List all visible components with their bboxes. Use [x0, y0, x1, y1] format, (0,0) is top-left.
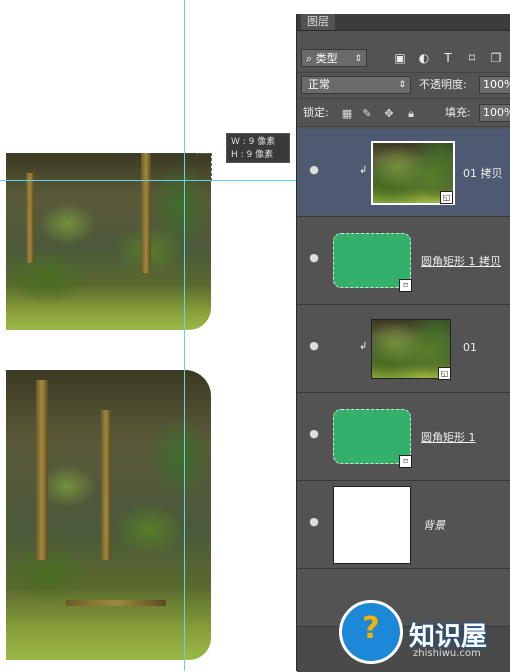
- layer-row[interactable]: ● ↲ ◱ 01 拷贝: [297, 129, 510, 217]
- blend-row: 正常 ⇕ 不透明度: 100%: [297, 72, 510, 99]
- smart-object-filter-icon[interactable]: ❐: [489, 51, 503, 65]
- vector-mask-badge-icon: ⌑: [399, 279, 412, 292]
- size-tooltip: W : 9 像素 H : 9 像素: [226, 133, 290, 163]
- blend-mode-value: 正常: [308, 78, 330, 91]
- lock-label: 锁定:: [303, 106, 329, 119]
- visibility-eye-icon[interactable]: ●: [307, 428, 321, 439]
- lock-all-icon[interactable]: 🔒︎: [405, 108, 417, 120]
- fill-label: 填充:: [445, 106, 471, 119]
- layer-name[interactable]: 圆角矩形 1 拷贝: [421, 253, 501, 269]
- lock-transparency-icon[interactable]: ▦: [341, 108, 353, 120]
- panel-tabbar: 图层: [297, 14, 510, 31]
- lock-move-icon[interactable]: ✥: [383, 108, 395, 120]
- lock-row: 锁定: ▦ ✎ ✥ 🔒︎ 填充: 100%: [297, 100, 510, 127]
- visibility-eye-icon[interactable]: ●: [307, 164, 321, 175]
- background-thumbnail[interactable]: [333, 486, 411, 564]
- layer-row[interactable]: ● ⌑ 圆角矩形 1: [297, 393, 510, 481]
- layer-name[interactable]: 01 拷贝: [463, 165, 503, 181]
- question-logo-icon: ?: [339, 600, 403, 664]
- blend-mode-select[interactable]: 正常 ⇕: [301, 76, 411, 94]
- layer-name[interactable]: 背景: [423, 517, 445, 533]
- image-filter-icon[interactable]: ▣: [393, 51, 407, 65]
- layer-row[interactable]: ● ⌑ 圆角矩形 1 拷贝: [297, 217, 510, 305]
- vector-mask-badge-icon: ⌑: [399, 455, 412, 468]
- kind-filter-label: 类型: [315, 52, 338, 65]
- smart-object-badge-icon: ◱: [438, 367, 451, 380]
- fill-field[interactable]: 100%: [479, 104, 510, 122]
- layer-list: ● ↲ ◱ 01 拷贝 ● ⌑ 圆角矩形 1 拷贝 ● ↲ ◱ 01 ● ⌑ 圆…: [297, 129, 510, 569]
- shape-filter-icon[interactable]: ⌑: [465, 51, 479, 65]
- opacity-label: 不透明度:: [419, 78, 467, 91]
- lock-brush-icon[interactable]: ✎: [361, 108, 373, 120]
- site-watermark: ? 知识屋 zhishiwu.com: [333, 596, 510, 671]
- layer-row[interactable]: ● ↲ ◱ 01: [297, 305, 510, 393]
- vertical-guide[interactable]: [184, 0, 185, 671]
- tab-layers[interactable]: 图层: [301, 14, 335, 30]
- horizontal-guide[interactable]: [0, 180, 296, 181]
- tooltip-width: W : 9 像素: [231, 137, 276, 147]
- opacity-field[interactable]: 100%: [479, 76, 510, 94]
- layer-name[interactable]: 01: [463, 341, 477, 354]
- kind-filter-select[interactable]: ⌕ 类型 ⇕: [301, 49, 367, 67]
- layer-name[interactable]: 圆角矩形 1: [421, 429, 476, 445]
- type-filter-icon[interactable]: T: [441, 51, 455, 65]
- visibility-eye-icon[interactable]: ●: [307, 252, 321, 263]
- smart-object-badge-icon: ◱: [440, 191, 453, 204]
- watermark-url: zhishiwu.com: [413, 648, 481, 659]
- selection-outline: [196, 153, 212, 181]
- clipping-arrow-icon: ↲: [359, 341, 368, 352]
- layer-row[interactable]: ● 背景: [297, 481, 510, 569]
- layers-panel: 图层 ⌕ 类型 ⇕ ▣ ◐ T ⌑ ❐ 正常 ⇕ 不透明度: 100% 锁定: …: [296, 14, 510, 672]
- adjustment-filter-icon[interactable]: ◐: [417, 51, 431, 65]
- updown-arrows-icon: ⇕: [354, 54, 362, 64]
- search-icon: ⌕: [306, 52, 313, 65]
- tooltip-height: H : 9 像素: [231, 150, 274, 160]
- document-canvas[interactable]: W : 9 像素 H : 9 像素: [0, 0, 296, 671]
- clipping-arrow-icon: ↲: [359, 165, 368, 176]
- filter-row: ⌕ 类型 ⇕ ▣ ◐ T ⌑ ❐: [297, 46, 510, 73]
- visibility-eye-icon[interactable]: ●: [307, 340, 321, 351]
- jungle-image-bottom[interactable]: [6, 370, 211, 660]
- updown-arrows-icon: ⇕: [398, 80, 406, 90]
- visibility-eye-icon[interactable]: ●: [307, 516, 321, 527]
